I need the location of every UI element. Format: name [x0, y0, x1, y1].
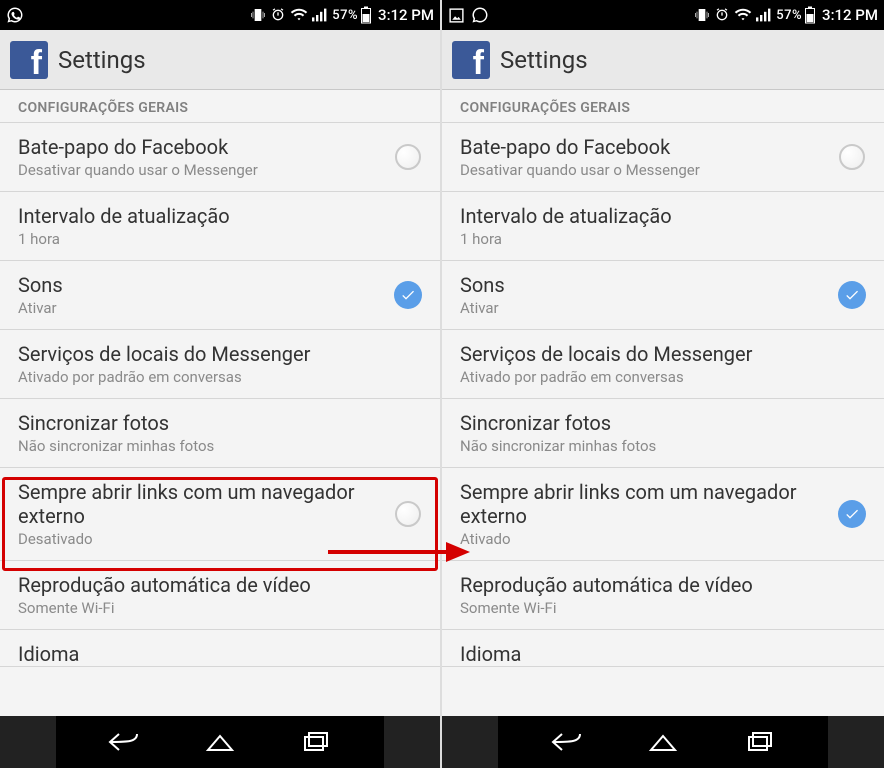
- vibrate-icon: [250, 7, 266, 23]
- item-title: Serviços de locais do Messenger: [460, 342, 834, 366]
- item-sync-photos[interactable]: Sincronizar fotos Não sincronizar minhas…: [0, 399, 440, 468]
- nav-bar: [442, 716, 884, 768]
- annotation-highlight: [2, 477, 438, 571]
- item-facebook-chat[interactable]: Bate-papo do Facebook Desativar quando u…: [0, 123, 440, 192]
- item-sub: Não sincronizar minhas fotos: [18, 437, 390, 455]
- radio-off-icon[interactable]: [395, 144, 421, 170]
- radio-off-icon[interactable]: [839, 144, 865, 170]
- vibrate-icon: [694, 7, 710, 23]
- item-sub: Não sincronizar minhas fotos: [460, 437, 834, 455]
- check-on-icon[interactable]: [838, 500, 866, 528]
- wifi-icon: [734, 8, 752, 22]
- action-bar: Settings: [0, 30, 440, 90]
- section-header-general: CONFIGURAÇÕES GERAIS: [442, 90, 884, 123]
- item-sub: Ativado por padrão em conversas: [460, 368, 834, 386]
- item-sub: Ativar: [460, 299, 834, 317]
- item-open-links-external[interactable]: Sempre abrir links com um navegador exte…: [442, 468, 884, 561]
- nav-recent-button[interactable]: [288, 724, 344, 760]
- facebook-icon: [452, 41, 490, 79]
- settings-list[interactable]: CONFIGURAÇÕES GERAIS Bate-papo do Facebo…: [0, 90, 440, 716]
- item-title: Sincronizar fotos: [18, 411, 390, 435]
- alarm-icon: [714, 7, 730, 23]
- item-sub: 1 hora: [18, 230, 390, 248]
- facebook-icon: [10, 41, 48, 79]
- item-autoplay-video[interactable]: Reprodução automática de vídeo Somente W…: [442, 561, 884, 630]
- page-title: Settings: [500, 46, 588, 74]
- whatsapp-icon: [6, 6, 24, 24]
- item-title: Reprodução automática de vídeo: [18, 573, 390, 597]
- item-title: Reprodução automática de vídeo: [460, 573, 834, 597]
- nav-back-button[interactable]: [96, 724, 152, 760]
- signal-icon: [756, 8, 772, 22]
- item-sub: Somente Wi-Fi: [460, 599, 834, 617]
- wifi-icon: [290, 8, 308, 22]
- item-sounds[interactable]: Sons Ativar: [442, 261, 884, 330]
- check-on-icon[interactable]: [394, 281, 422, 309]
- battery-indicator: 57%: [776, 6, 816, 24]
- whatsapp-icon: [471, 6, 489, 24]
- item-sub: Ativado: [460, 530, 834, 548]
- page-title: Settings: [58, 46, 146, 74]
- action-bar: Settings: [442, 30, 884, 90]
- battery-indicator: 57%: [332, 6, 372, 24]
- item-title: Serviços de locais do Messenger: [18, 342, 390, 366]
- item-sync-photos[interactable]: Sincronizar fotos Não sincronizar minhas…: [442, 399, 884, 468]
- settings-list[interactable]: CONFIGURAÇÕES GERAIS Bate-papo do Facebo…: [442, 90, 884, 716]
- item-messenger-location[interactable]: Serviços de locais do Messenger Ativado …: [0, 330, 440, 399]
- item-title: Sincronizar fotos: [460, 411, 834, 435]
- item-title: Bate-papo do Facebook: [460, 135, 834, 159]
- signal-icon: [312, 8, 328, 22]
- item-title: Sempre abrir links com um navegador exte…: [460, 480, 834, 528]
- image-icon: [448, 7, 465, 24]
- clock: 3:12 PM: [378, 6, 434, 24]
- item-messenger-location[interactable]: Serviços de locais do Messenger Ativado …: [442, 330, 884, 399]
- phone-after: 57% 3:12 PM Settings CONFIGURAÇÕES GERAI…: [442, 0, 884, 768]
- item-autoplay-video[interactable]: Reprodução automática de vídeo Somente W…: [0, 561, 440, 630]
- clock: 3:12 PM: [822, 6, 878, 24]
- item-title: Idioma: [460, 642, 870, 666]
- check-on-icon[interactable]: [838, 281, 866, 309]
- nav-bar: [0, 716, 440, 768]
- item-title: Idioma: [18, 642, 426, 666]
- nav-recent-button[interactable]: [732, 724, 788, 760]
- item-sub: Desativar quando usar o Messenger: [18, 161, 390, 179]
- item-sub: 1 hora: [460, 230, 834, 248]
- item-title: Sons: [460, 273, 834, 297]
- item-language[interactable]: Idioma: [0, 630, 440, 667]
- nav-back-button[interactable]: [539, 724, 595, 760]
- nav-home-button[interactable]: [635, 724, 691, 760]
- item-sub: Desativar quando usar o Messenger: [460, 161, 834, 179]
- item-language[interactable]: Idioma: [442, 630, 884, 667]
- item-sub: Somente Wi-Fi: [18, 599, 390, 617]
- alarm-icon: [270, 7, 286, 23]
- item-title: Intervalo de atualização: [18, 204, 390, 228]
- status-bar: 57% 3:12 PM: [0, 0, 440, 30]
- item-title: Intervalo de atualização: [460, 204, 834, 228]
- item-title: Sons: [18, 273, 390, 297]
- item-title: Bate-papo do Facebook: [18, 135, 390, 159]
- item-sub: Ativado por padrão em conversas: [18, 368, 390, 386]
- nav-home-button[interactable]: [192, 724, 248, 760]
- phone-before: 57% 3:12 PM Settings CONFIGURAÇÕES GERAI…: [0, 0, 442, 768]
- status-bar: 57% 3:12 PM: [442, 0, 884, 30]
- item-sounds[interactable]: Sons Ativar: [0, 261, 440, 330]
- item-facebook-chat[interactable]: Bate-papo do Facebook Desativar quando u…: [442, 123, 884, 192]
- item-sub: Ativar: [18, 299, 390, 317]
- item-refresh-interval[interactable]: Intervalo de atualização 1 hora: [0, 192, 440, 261]
- section-header-general: CONFIGURAÇÕES GERAIS: [0, 90, 440, 123]
- item-refresh-interval[interactable]: Intervalo de atualização 1 hora: [442, 192, 884, 261]
